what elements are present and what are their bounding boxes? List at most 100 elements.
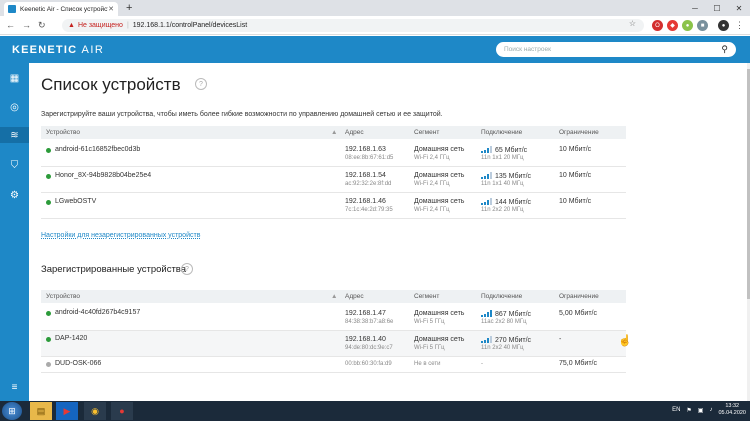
connection-speed: 144 Мбит/с [495,199,532,206]
settings-search-input[interactable]: Поиск настроек ⚲ [496,42,736,57]
offline-status-dot [46,362,51,367]
menu-dots-icon[interactable]: ⋮ [734,20,745,31]
connection-speed: 867 Мбит/с [495,311,532,318]
file-explorer-icon[interactable]: ▤ [30,402,52,420]
opera-extension-icon[interactable]: O [652,20,663,31]
connection-speed: 270 Мбит/с [495,337,532,344]
logo-main: KEENETIC [12,44,78,56]
sort-icon[interactable]: ▲ [331,293,337,300]
keenetic-logo[interactable]: KEENETIC AIR [12,44,104,56]
help-icon[interactable]: ? [195,78,207,90]
wifi-mode: 11ac 2x2 80 МГц [481,319,527,325]
hand-cursor-icon: ☝ [618,335,632,347]
security-shield-icon[interactable]: ⛉ [8,159,21,172]
maximize-button[interactable]: ☐ [706,0,728,16]
shield-extension-icon[interactable]: ◆ [667,20,678,31]
speed-limit: 10 Мбит/с [559,198,592,205]
minimize-button[interactable]: ─ [684,0,706,16]
profile-avatar-icon[interactable]: ● [718,20,729,31]
online-status-dot [46,200,51,205]
dashboard-icon[interactable]: ▦ [8,72,21,85]
device-segment: Домашняя сеть [414,336,465,343]
device-mac: 94:de:80:dc:9e:c7 [345,345,393,351]
col-connection[interactable]: Подключение [481,293,522,300]
help-icon[interactable]: ? [181,263,193,275]
window-controls: ─ ☐ ✕ [684,0,750,16]
forward-icon[interactable]: → [22,19,31,31]
clock-time: 13:32 [725,403,740,409]
online-status-dot [46,174,51,179]
menu-hamburger-icon[interactable]: ≡ [8,381,21,394]
volume-icon[interactable]: ♪ [709,407,712,413]
url-field[interactable]: ▲ Не защищено | 192.168.1.1/controlPanel… [62,19,644,32]
unregistered-settings-link[interactable]: Настройки для незарегистрированных устро… [41,232,200,239]
media-player-icon[interactable]: ▶ [56,402,78,420]
browser-tab-bar: Keenetic Air - Список устройств ✕ + ─ ☐ … [0,0,750,16]
speed-limit: 75,0 Мбит/с [559,360,597,367]
device-ip: 192.168.1.40 [345,336,386,343]
internet-globe-icon[interactable]: ◎ [8,101,21,114]
table-row[interactable]: Honor_8X-94b9828b04be25e4 192.168.1.54 a… [41,167,626,193]
app-header: KEENETIC AIR Поиск настроек ⚲ [0,36,750,63]
speed-limit: - [559,336,562,343]
online-status-dot [46,337,51,342]
col-connection[interactable]: Подключение [481,129,522,136]
chrome-icon[interactable]: ◉ [84,402,106,420]
signal-speed: 135 Мбит/с [481,172,531,180]
col-limit[interactable]: Ограничение [559,293,599,300]
new-tab-button[interactable]: + [126,2,132,14]
table-row[interactable]: LGwebOSTV 192.168.1.46 7c:1c:4e:2d:79:35… [41,193,626,219]
search-icon[interactable]: ⚲ [721,44,728,55]
col-address[interactable]: Адрес [345,129,364,136]
col-device[interactable]: Устройство [46,129,80,136]
col-device[interactable]: Устройство [46,293,80,300]
tab-close-icon[interactable]: ✕ [108,5,114,13]
back-icon[interactable]: ← [6,19,15,31]
col-segment[interactable]: Сегмент [414,129,439,136]
connection-speed: - [481,361,483,367]
device-name: DAP-1420 [55,335,88,342]
col-segment[interactable]: Сегмент [414,293,439,300]
address-bar: ← → ↻ ▲ Не защищено | 192.168.1.1/contro… [0,16,750,35]
language-indicator[interactable]: EN [672,407,680,413]
home-network-wifi-icon[interactable]: ≋ [0,127,29,143]
device-segment: Домашняя сеть [414,198,465,205]
online-status-dot [46,148,51,153]
table-row[interactable]: android-4c40fd267b4c9157 192.168.1.47 84… [41,305,626,331]
settings-gear-icon[interactable]: ⚙ [8,189,21,202]
device-mac: 7c:1c:4e:2d:79:35 [345,207,393,213]
registered-section-title: Зарегистрированные устройства [41,264,187,275]
unregistered-table-header: Устройство ▲ Адрес Сегмент Подключение О… [41,126,626,139]
device-name: LGwebOSTV [55,198,97,205]
clock[interactable]: 13:32 05.04.2020 [718,403,746,417]
search-placeholder: Поиск настроек [504,46,551,53]
device-band: Wi-Fi 5 ГГц [414,345,445,351]
recorder-icon[interactable]: ● [111,402,133,420]
device-ip: 192.168.1.63 [345,146,386,153]
table-row[interactable]: DAP-1420 192.168.1.40 94:de:80:dc:9e:c7 … [41,331,626,357]
system-tray: EN ⚑ ▣ ♪ 13:32 05.04.2020 [672,403,746,417]
sort-icon[interactable]: ▲ [331,129,337,136]
device-segment: Домашняя сеть [414,146,465,153]
windows-start-icon[interactable]: ⊞ [2,402,22,420]
close-window-button[interactable]: ✕ [728,0,750,16]
tab-title: Keenetic Air - Список устройств [20,5,109,13]
flag-icon[interactable]: ⚑ [686,407,691,414]
keenetic-favicon-icon [8,5,16,13]
page-title: Список устройств [41,75,181,94]
reload-icon[interactable]: ↻ [38,19,46,31]
bookmark-star-icon[interactable]: ☆ [629,19,636,28]
col-address[interactable]: Адрес [345,293,364,300]
url-text: 192.168.1.1/controlPanel/devicesList [132,22,248,29]
device-name: android-4c40fd267b4c9157 [55,309,141,316]
network-icon[interactable]: ▣ [698,407,704,414]
table-row[interactable]: android-61c16852fbec0d3b 192.168.1.63 08… [41,141,626,167]
device-segment: Домашняя сеть [414,172,465,179]
green-extension-icon[interactable]: ● [682,20,693,31]
col-limit[interactable]: Ограничение [559,129,599,136]
grey-extension-icon[interactable]: ■ [697,20,708,31]
connection-speed: 65 Мбит/с [495,147,528,154]
browser-tab[interactable]: Keenetic Air - Список устройств ✕ [4,2,118,16]
table-row[interactable]: DUD-OSK-066 00:bb:60:30:fa:d9 Не в сети … [41,357,626,373]
device-mac: 08:ee:8b:67:61:d5 [345,155,394,161]
